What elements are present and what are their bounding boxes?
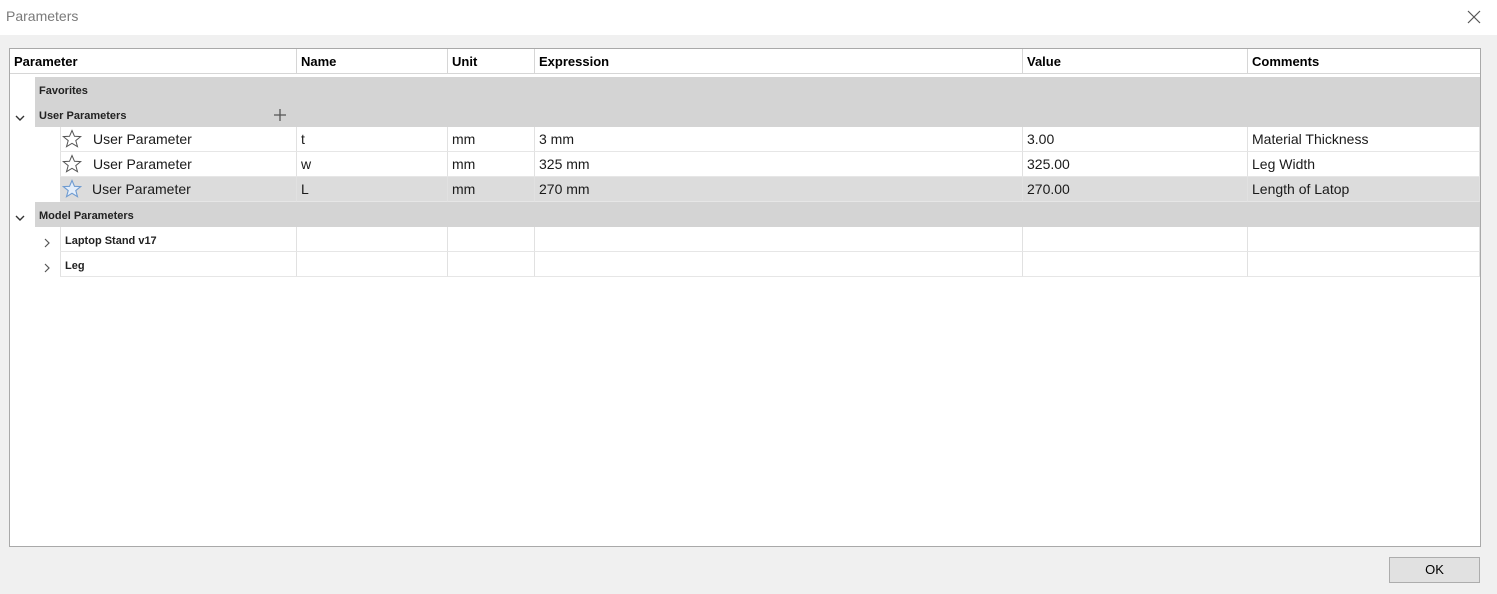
add-user-parameter-button[interactable] [274, 108, 286, 121]
ok-button[interactable]: OK [1389, 557, 1480, 583]
parameters-table[interactable]: Parameter Name Unit Expression Value Com… [9, 48, 1481, 547]
parameter-expression[interactable]: 270 mm [535, 177, 1023, 202]
parameter-label: User Parameter [93, 156, 192, 172]
column-header-name[interactable]: Name [297, 49, 448, 74]
parameter-unit[interactable]: mm [448, 177, 535, 202]
group-row-model-parameters[interactable]: Model Parameters [10, 202, 1480, 227]
model-label: Laptop Stand v17 [65, 235, 157, 247]
column-header-expression[interactable]: Expression [535, 49, 1023, 74]
table-row[interactable]: User Parameter t mm 3 mm 3.00 Material T… [10, 127, 1480, 152]
close-icon [1467, 10, 1481, 24]
parameter-unit[interactable]: mm [448, 152, 535, 177]
plus-icon [274, 109, 286, 121]
column-header-value[interactable]: Value [1023, 49, 1248, 74]
model-row[interactable]: Laptop Stand v17 [10, 227, 1480, 252]
tree-indent [10, 77, 35, 102]
group-label-favorites: Favorites [39, 85, 88, 97]
column-header-parameter[interactable]: Parameter [10, 49, 297, 74]
parameter-comment[interactable]: Material Thickness [1248, 127, 1480, 152]
parameter-value: 3.00 [1023, 127, 1248, 152]
model-row[interactable]: Leg [10, 252, 1480, 277]
parameter-label: User Parameter [93, 131, 192, 147]
chevron-down-icon[interactable] [15, 210, 25, 221]
chevron-right-icon[interactable] [42, 260, 52, 273]
parameter-unit[interactable]: mm [448, 127, 535, 152]
parameter-label: User Parameter [92, 181, 191, 197]
parameter-comment[interactable]: Length of Latop [1248, 177, 1480, 202]
parameter-value: 270.00 [1023, 177, 1248, 202]
parameter-name[interactable]: L [297, 177, 448, 202]
group-row-user-parameters[interactable]: User Parameters [10, 102, 1480, 127]
parameter-value: 325.00 [1023, 152, 1248, 177]
column-header-comments[interactable]: Comments [1248, 49, 1480, 74]
parameter-expression[interactable]: 3 mm [535, 127, 1023, 152]
parameter-name[interactable]: w [297, 152, 448, 177]
parameter-name[interactable]: t [297, 127, 448, 152]
chevron-right-icon[interactable] [42, 235, 52, 248]
parameter-expression[interactable]: 325 mm [535, 152, 1023, 177]
group-label-model-parameters: Model Parameters [39, 210, 134, 222]
chevron-down-icon[interactable] [15, 110, 25, 121]
table-header: Parameter Name Unit Expression Value Com… [10, 49, 1480, 74]
table-row[interactable]: User Parameter w mm 325 mm 325.00 Leg Wi… [10, 152, 1480, 177]
column-header-unit[interactable]: Unit [448, 49, 535, 74]
close-button[interactable] [1462, 5, 1486, 29]
parameter-comment[interactable]: Leg Width [1248, 152, 1480, 177]
group-row-favorites[interactable]: Favorites [10, 77, 1480, 102]
group-label-user-parameters: User Parameters [39, 110, 127, 122]
model-label: Leg [65, 260, 85, 272]
window-title: Parameters [6, 8, 79, 24]
title-bar: Parameters [0, 0, 1497, 35]
table-row-selected[interactable]: User Parameter L mm 270 mm 270.00 Length… [10, 177, 1480, 202]
